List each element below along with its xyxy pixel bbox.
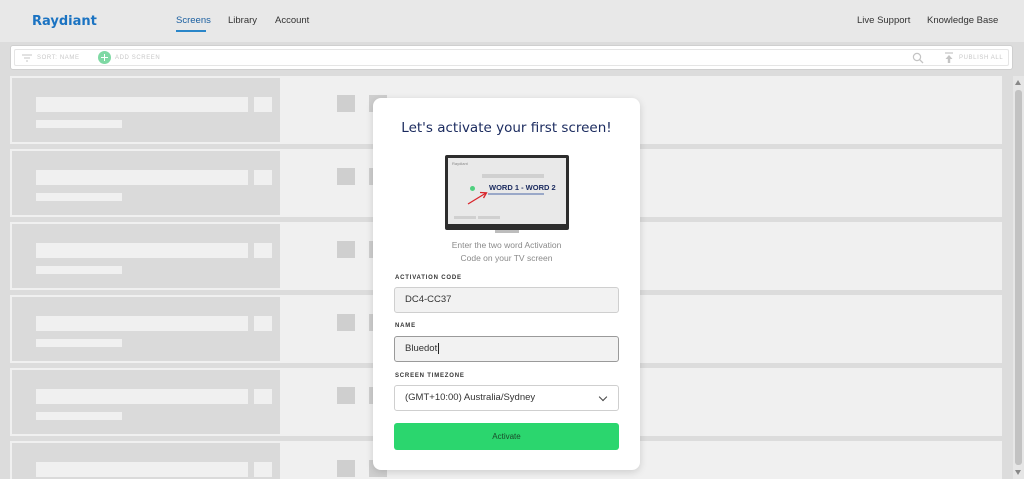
scroll-up-icon[interactable] (1015, 80, 1021, 85)
activation-help-text: Enter the two word Activation Code on yo… (373, 239, 640, 265)
nav-screens[interactable]: Screens (176, 15, 211, 26)
skeleton-bar (36, 316, 248, 331)
skeleton-square (254, 389, 272, 404)
skeleton-square (254, 170, 272, 185)
text-cursor (438, 342, 440, 354)
activation-code-value: DC4-CC37 (405, 294, 452, 305)
skeleton-square (337, 241, 355, 258)
sort-button[interactable]: Sort: Name (37, 55, 80, 61)
skeleton-bar (36, 170, 248, 185)
skeleton-square (337, 168, 355, 185)
toolbar-frame (14, 49, 1009, 66)
skeleton-square (254, 243, 272, 258)
scroll-down-icon[interactable] (1015, 470, 1021, 475)
red-arrow-icon (467, 191, 488, 205)
nav-account[interactable]: Account (275, 15, 309, 26)
raydiant-logo[interactable]: Raydiant (32, 14, 97, 29)
name-label: Name (395, 323, 416, 329)
skeleton-card (12, 78, 280, 142)
skeleton-bar (36, 193, 122, 201)
tv-placeholder-bar (482, 174, 544, 178)
activation-code-label: Activation Code (395, 275, 462, 281)
skeleton-square (254, 462, 272, 477)
skeleton-card (12, 224, 280, 288)
modal-title: Let's activate your first screen! (401, 120, 612, 136)
tv-code-underline (488, 193, 544, 195)
skeleton-bar (36, 389, 248, 404)
skeleton-card (12, 297, 280, 361)
plus-circle-icon[interactable] (98, 51, 111, 64)
nav-knowledge-base[interactable]: Knowledge Base (927, 15, 998, 26)
nav-library[interactable]: Library (228, 15, 257, 26)
publish-all-button[interactable]: Publish All (959, 55, 1003, 61)
nav-live-support[interactable]: Live Support (857, 15, 910, 26)
filter-icon[interactable] (21, 53, 33, 63)
tv-placeholder-bar (454, 216, 476, 219)
screens-toolbar (10, 45, 1013, 70)
activate-screen-modal: Let's activate your first screen! Raydia… (373, 98, 640, 470)
skeleton-bar (36, 339, 122, 347)
tv-screen: Raydiant WORD 1 - WORD 2 (448, 158, 566, 224)
timezone-select[interactable]: (GMT+10:00) Australia/Sydney (394, 385, 619, 411)
skeleton-bar (36, 120, 122, 128)
tv-stand (495, 230, 519, 233)
skeleton-square (337, 460, 355, 477)
skeleton-square (254, 97, 272, 112)
chevron-down-icon (598, 392, 608, 402)
skeleton-card (12, 443, 280, 479)
top-nav: Raydiant Screens Library Account Live Su… (0, 0, 1024, 42)
skeleton-square (337, 387, 355, 404)
scroll-thumb[interactable] (1015, 90, 1022, 465)
publish-icon[interactable] (944, 52, 954, 64)
page-scrollbar[interactable] (1013, 76, 1024, 479)
skeleton-bar (36, 412, 122, 420)
skeleton-bar (36, 462, 248, 477)
name-value: Bluedot (405, 343, 438, 354)
skeleton-bar (36, 266, 122, 274)
tv-logo: Raydiant (452, 161, 468, 166)
activation-code-input[interactable]: DC4-CC37 (394, 287, 619, 313)
help-line: Code on your TV screen (460, 253, 553, 263)
tv-placeholder-bar (478, 216, 500, 219)
nav-active-indicator (176, 30, 206, 32)
add-screen-button[interactable]: Add Screen (115, 55, 160, 61)
skeleton-bar (36, 97, 248, 112)
tv-illustration: Raydiant WORD 1 - WORD 2 (445, 155, 569, 233)
skeleton-square (337, 314, 355, 331)
help-line: Enter the two word Activation (451, 240, 562, 250)
skeleton-bar (36, 243, 248, 258)
skeleton-card (12, 151, 280, 215)
skeleton-card (12, 370, 280, 434)
skeleton-square (337, 95, 355, 112)
name-input[interactable]: Bluedot (394, 336, 619, 362)
tv-activation-code: WORD 1 - WORD 2 (489, 183, 556, 192)
search-icon[interactable] (912, 52, 924, 64)
timezone-value: (GMT+10:00) Australia/Sydney (405, 392, 536, 403)
timezone-label: Screen Timezone (395, 373, 465, 379)
activate-button[interactable]: Activate (394, 423, 619, 450)
skeleton-square (254, 316, 272, 331)
